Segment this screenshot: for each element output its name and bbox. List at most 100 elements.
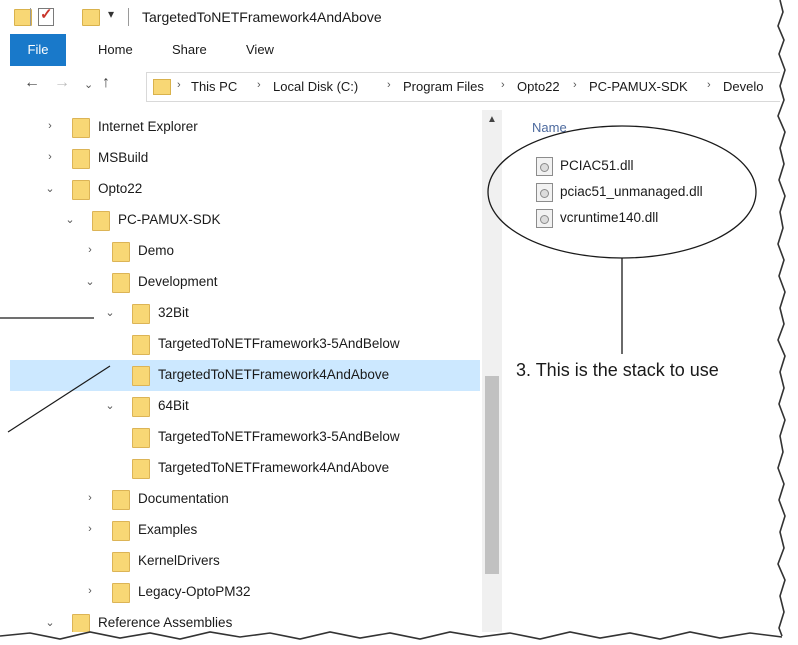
tree-item-kerneldrivers[interactable]: KernelDrivers (10, 546, 480, 577)
folder-icon (132, 366, 150, 386)
breadcrumb-local-disk[interactable]: Local Disk (C:) (273, 79, 358, 94)
chevron-down-icon[interactable]: ⌄ (44, 182, 56, 195)
folder-icon (72, 118, 90, 138)
folder-icon (92, 211, 110, 231)
tree-item-demo[interactable]: › Demo (10, 236, 480, 267)
breadcrumb-development[interactable]: Develo (723, 79, 763, 94)
chevron-right-icon[interactable]: › (84, 585, 96, 597)
folder-icon (132, 397, 150, 417)
tree-item-32bit-framework3-5[interactable]: TargetedToNETFramework3-5AndBelow (10, 329, 480, 360)
breadcrumb-separator: › (707, 79, 711, 91)
up-arrow-icon[interactable]: ↑ (102, 74, 110, 92)
tree-item-pc-pamux-sdk[interactable]: ⌄ PC-PAMUX-SDK (10, 205, 480, 236)
breadcrumb-opto22[interactable]: Opto22 (517, 79, 560, 94)
tree-item-documentation[interactable]: › Documentation (10, 484, 480, 515)
folder-icon (72, 614, 90, 632)
tree-item-legacy-optopm32[interactable]: › Legacy-OptoPM32 (10, 577, 480, 608)
window-title: TargetedToNETFramework4AndAbove (142, 9, 382, 25)
chevron-right-icon[interactable]: › (44, 120, 56, 132)
folder-icon (112, 242, 130, 262)
chevron-down-icon[interactable]: ⌄ (104, 306, 116, 319)
tree-item-label: Demo (138, 243, 175, 258)
chevron-right-icon[interactable]: › (84, 492, 96, 504)
title-separator (128, 8, 129, 26)
quick-access-dropdown-icon[interactable]: ▾ (108, 7, 114, 21)
folder-icon (132, 459, 150, 479)
column-header-name[interactable]: Name (532, 120, 567, 135)
tree-item-label: TargetedToNETFramework3-5AndBelow (158, 429, 400, 444)
tree-item-label: Examples (138, 522, 198, 537)
chevron-right-icon[interactable]: › (44, 151, 56, 163)
breadcrumb-pc-pamux-sdk[interactable]: PC-PAMUX-SDK (589, 79, 688, 94)
tree-item-label: Opto22 (98, 181, 143, 196)
scroll-up-arrow-icon[interactable]: ▲ (487, 114, 497, 125)
chevron-right-icon[interactable]: › (84, 244, 96, 256)
folder-icon (112, 583, 130, 603)
new-folder-icon[interactable] (82, 9, 100, 26)
file-name: vcruntime140.dll (560, 210, 659, 225)
folder-icon (132, 335, 150, 355)
tree-item-label: TargetedToNETFramework4AndAbove (158, 460, 390, 475)
breadcrumb-program-files[interactable]: Program Files (403, 79, 484, 94)
tree-item-64bit-framework4[interactable]: TargetedToNETFramework4AndAbove (10, 453, 480, 484)
tab-home[interactable]: Home (98, 34, 133, 66)
tree-item-label: Documentation (138, 491, 229, 506)
folder-icon (112, 521, 130, 541)
folder-icon (112, 552, 130, 572)
dll-file-icon (536, 209, 553, 228)
scroll-thumb[interactable] (485, 376, 499, 574)
tree-item-label: Legacy-OptoPM32 (138, 584, 251, 599)
back-arrow-icon[interactable]: ← (24, 74, 40, 92)
tab-share[interactable]: Share (172, 34, 207, 66)
chevron-right-icon[interactable]: › (84, 523, 96, 535)
folder-icon (72, 180, 90, 200)
recent-locations-chevron-icon[interactable]: ⌄ (84, 78, 93, 91)
file-item[interactable]: vcruntime140.dll (536, 206, 736, 230)
address-bar[interactable]: › This PC › Local Disk (C:) › Program Fi… (146, 72, 780, 102)
dll-file-icon (536, 183, 553, 202)
forward-arrow-icon[interactable]: → (54, 74, 70, 92)
properties-icon[interactable]: ✓ (38, 6, 54, 26)
breadcrumb-this-pc[interactable]: This PC (191, 79, 237, 94)
title-bar: ✓ ▾ TargetedToNETFramework4AndAbove (10, 0, 780, 34)
tree-item-32bit-framework4-selected[interactable]: TargetedToNETFramework4AndAbove (10, 360, 480, 391)
tree-item-64bit-framework3-5[interactable]: TargetedToNETFramework3-5AndBelow (10, 422, 480, 453)
chevron-down-icon[interactable]: ⌄ (44, 616, 56, 629)
file-explorer-window: ✓ ▾ TargetedToNETFramework4AndAbove File… (10, 0, 780, 632)
tab-file[interactable]: File (10, 34, 66, 66)
file-item[interactable]: PCIAC51.dll (536, 154, 736, 178)
tree-item-label: 32Bit (158, 305, 189, 320)
folder-icon (132, 428, 150, 448)
tree-item-label: Reference Assemblies (98, 615, 233, 630)
chevron-down-icon[interactable]: ⌄ (64, 213, 76, 226)
breadcrumb-separator: › (387, 79, 391, 91)
tree-item-64bit[interactable]: ⌄ 64Bit (10, 391, 480, 422)
tree-item-32bit[interactable]: ⌄ 32Bit (10, 298, 480, 329)
folder-icon (112, 273, 130, 293)
file-item[interactable]: pciac51_unmanaged.dll (536, 180, 736, 204)
folder-icon (112, 490, 130, 510)
folder-icon (132, 304, 150, 324)
tree-item-label: MSBuild (98, 150, 149, 165)
navigation-bar: ← → ⌄ ↑ › This PC › Local Disk (C:) › Pr… (10, 66, 780, 106)
tree-item-msbuild[interactable]: › MSBuild (10, 143, 480, 174)
tree-item-development[interactable]: ⌄ Development (10, 267, 480, 298)
tab-view[interactable]: View (246, 34, 274, 66)
navigation-pane: › Internet Explorer › MSBuild ⌄ Opto22 ⌄… (10, 110, 494, 632)
title-separator (30, 8, 31, 26)
chevron-down-icon[interactable]: ⌄ (104, 399, 116, 412)
dll-file-icon (536, 157, 553, 176)
tree-item-examples[interactable]: › Examples (10, 515, 480, 546)
tree-item-internet-explorer[interactable]: › Internet Explorer (10, 112, 480, 143)
tree-item-opto22[interactable]: ⌄ Opto22 (10, 174, 480, 205)
chevron-down-icon[interactable]: ⌄ (84, 275, 96, 288)
file-name: PCIAC51.dll (560, 158, 634, 173)
tree-item-label: 64Bit (158, 398, 189, 413)
tree-item-label: Internet Explorer (98, 119, 198, 134)
folder-icon (153, 79, 171, 95)
tree-item-label: KernelDrivers (138, 553, 220, 568)
tree-item-reference-assemblies[interactable]: ⌄ Reference Assemblies (10, 608, 480, 632)
breadcrumb-separator: › (257, 79, 261, 91)
tree-scrollbar[interactable]: ▲ (482, 110, 502, 632)
breadcrumb-separator: › (573, 79, 577, 91)
